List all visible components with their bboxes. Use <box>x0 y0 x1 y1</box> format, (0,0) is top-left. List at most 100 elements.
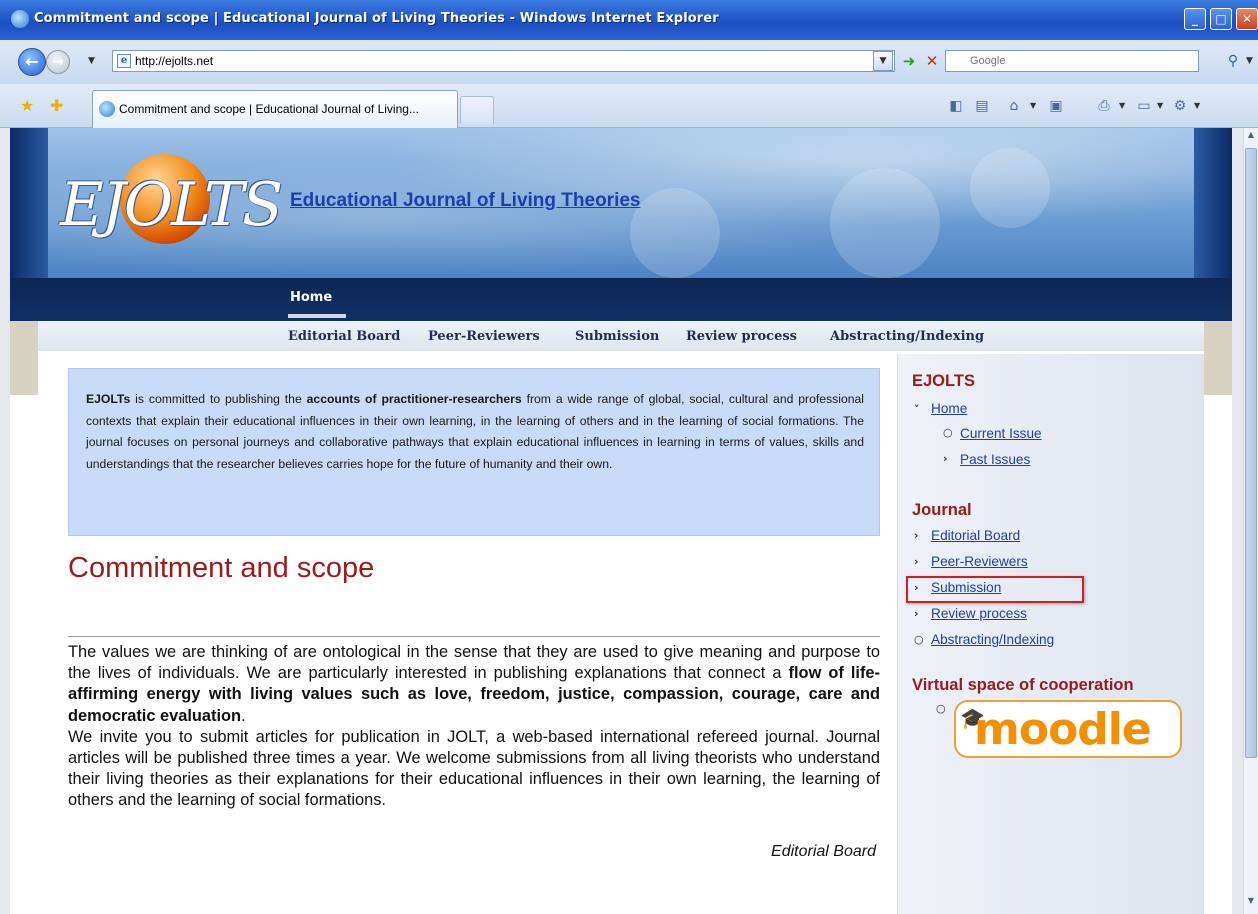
search-options-icon[interactable]: ▼ <box>1246 56 1253 66</box>
window-title-bar[interactable]: Commitment and scope | Educational Journ… <box>0 0 1258 40</box>
sidebar-item-current-issue[interactable]: Current Issue <box>960 426 1042 441</box>
intro-emphasis: accounts of practitioner-researchers <box>306 392 522 406</box>
intro-ejolts: EJOLTs <box>86 392 131 406</box>
page-menu-icon[interactable]: ▭ <box>1134 96 1154 116</box>
ie-page-icon <box>99 101 115 117</box>
tab-toolbar: ★ ✚ Commitment and scope | Educational J… <box>0 84 1258 128</box>
subnav-review-process[interactable]: Review process <box>686 329 797 344</box>
chevron-right-icon: › <box>914 529 919 542</box>
search-icon[interactable]: ⚲ <box>1222 50 1244 72</box>
main-navbar: Home <box>10 278 1232 321</box>
subnav-editorial-board[interactable]: Editorial Board <box>288 329 400 344</box>
site-banner: EJOLTS Educational Journal of Living The… <box>10 128 1232 278</box>
subnav-submission[interactable]: Submission <box>575 329 659 344</box>
close-button[interactable]: ✕ <box>1236 8 1258 30</box>
tab-label: Commitment and scope | Educational Journ… <box>119 102 419 116</box>
history-dropdown-icon[interactable]: ▼ <box>88 56 95 66</box>
maximize-button[interactable]: □ <box>1210 8 1232 30</box>
print-icon[interactable]: ⎙ <box>1094 96 1114 116</box>
scroll-up-icon[interactable]: ▲ <box>1245 130 1257 144</box>
search-box[interactable] <box>945 50 1199 72</box>
sidebar-item-home[interactable]: Home <box>931 401 967 416</box>
forward-button[interactable]: → <box>46 50 70 74</box>
sidebar-item-abstracting-indexing[interactable]: Abstracting/Indexing <box>931 632 1054 647</box>
minimize-button[interactable]: _ <box>1184 8 1206 30</box>
banner-edge-right <box>1194 128 1232 278</box>
new-tab-button[interactable] <box>460 96 494 124</box>
chevron-right-icon: › <box>914 555 919 568</box>
add-favorites-icon[interactable]: ✚ <box>50 96 63 115</box>
nav-home[interactable]: Home <box>290 290 332 305</box>
banner-bubble <box>630 188 720 278</box>
url-input[interactable] <box>135 52 755 70</box>
sidebar-heading-journal: Journal <box>912 501 972 519</box>
intro-box: EJOLTs is committed to publishing the ac… <box>68 368 880 536</box>
chevron-down-icon: ˅ <box>914 403 920 416</box>
banner-bubble <box>970 148 1050 228</box>
banner-edge-left <box>10 128 48 278</box>
intro-text: EJOLTs is committed to publishing the ac… <box>86 389 864 475</box>
banner-bubble <box>830 168 940 278</box>
site-title-link[interactable]: Educational Journal of Living Theories <box>290 190 641 212</box>
feeds-icon[interactable]: ◧ <box>946 96 966 116</box>
band-left <box>10 321 38 395</box>
submission-highlight <box>906 576 1084 603</box>
scroll-down-icon[interactable]: ▼ <box>1245 896 1257 910</box>
sidebar-item-past-issues[interactable]: Past Issues <box>960 452 1030 467</box>
circle-bullet-icon: ○ <box>943 426 953 439</box>
divider <box>68 636 880 637</box>
chevron-right-icon: › <box>943 452 948 465</box>
subnav-abstracting-indexing[interactable]: Abstracting/Indexing <box>830 329 984 344</box>
moodle-logo-link[interactable]: 🎓 moodle <box>954 700 1182 758</box>
address-dropdown-button[interactable]: ▼ <box>873 51 893 71</box>
search-input[interactable] <box>970 53 1190 69</box>
vertical-scrollbar[interactable]: ▲ ▼ <box>1243 128 1258 914</box>
page-dropdown-icon[interactable]: ▼ <box>1157 101 1163 110</box>
circle-bullet-icon: ○ <box>914 633 924 646</box>
subnav-peer-reviewers[interactable]: Peer-Reviewers <box>428 329 540 344</box>
circle-bullet-icon: ○ <box>936 702 946 715</box>
body-part: . <box>241 706 246 725</box>
moodle-logo-text: moodle <box>974 704 1152 755</box>
band-right <box>1204 321 1232 395</box>
site-logo[interactable]: EJOLTS <box>60 170 283 240</box>
address-toolbar: ← → ▼ e ▼ ➜ ✕ ⚲ ▼ <box>0 40 1258 84</box>
body-paragraph-2: We invite you to submit articles for pub… <box>68 727 880 810</box>
tools-icon[interactable]: ⚙ <box>1170 96 1190 116</box>
page-margin-right <box>1232 128 1243 914</box>
sidebar-heading-ejolts: EJOLTS <box>912 372 975 390</box>
page-icon: e <box>117 54 131 68</box>
ie-logo-icon <box>11 10 29 28</box>
favorites-star-icon[interactable]: ★ <box>20 96 34 115</box>
page-title: Commitment and scope <box>68 552 375 584</box>
sidebar-item-peer-reviewers[interactable]: Peer-Reviewers <box>931 554 1028 569</box>
research-icon[interactable]: ▤ <box>972 96 992 116</box>
page-margin-left <box>0 128 10 914</box>
window-title: Commitment and scope | Educational Journ… <box>34 11 719 26</box>
sidebar-item-review-process[interactable]: Review process <box>931 606 1027 621</box>
sidebar-item-editorial-board[interactable]: Editorial Board <box>931 528 1020 543</box>
body-text: The values we are thinking of are ontolo… <box>68 642 880 812</box>
feeds-toolbar-icon[interactable]: ▣ <box>1046 96 1066 116</box>
page-viewport[interactable]: EJOLTS Educational Journal of Living The… <box>0 128 1243 914</box>
scroll-thumb[interactable] <box>1245 148 1257 758</box>
back-button[interactable]: ← <box>18 48 46 76</box>
home-icon[interactable]: ⌂ <box>1004 96 1024 116</box>
print-dropdown-icon[interactable]: ▼ <box>1119 101 1125 110</box>
forward-icon: → <box>52 54 64 70</box>
body-part: The values we are thinking of are ontolo… <box>68 643 880 683</box>
tools-dropdown-icon[interactable]: ▼ <box>1194 101 1200 110</box>
chevron-right-icon: › <box>914 607 919 620</box>
nav-home-indicator <box>288 314 346 318</box>
back-icon: ← <box>25 52 39 71</box>
tab-commitment-and-scope[interactable]: Commitment and scope | Educational Journ… <box>92 90 458 128</box>
home-dropdown-icon[interactable]: ▼ <box>1030 101 1036 110</box>
sub-navbar: Editorial Board Peer-Reviewers Submissio… <box>38 321 1204 351</box>
sidebar: EJOLTS ˅ Home ○ Current Issue › Past Iss… <box>897 354 1204 914</box>
signature: Editorial Board <box>771 843 876 860</box>
stop-icon[interactable]: ✕ <box>922 50 942 72</box>
go-icon[interactable]: ➜ <box>899 50 919 72</box>
intro-part: is committed to publishing the <box>130 392 307 406</box>
sidebar-heading-virtual-space: Virtual space of cooperation <box>912 676 1134 694</box>
address-bar[interactable]: e <box>112 50 895 72</box>
